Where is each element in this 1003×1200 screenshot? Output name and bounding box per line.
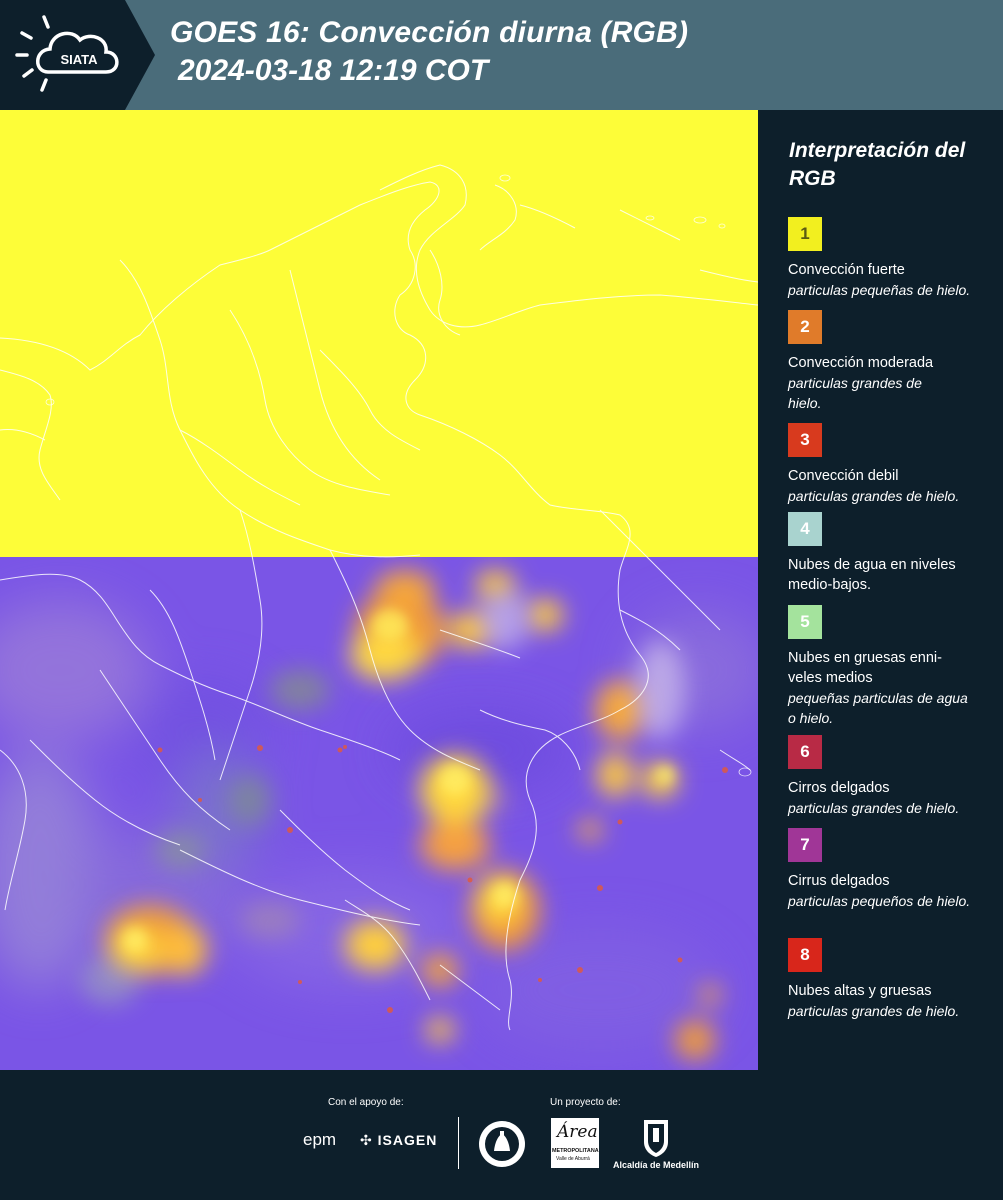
project-label: Un proyecto de:: [550, 1097, 621, 1108]
page-title: GOES 16: Convección diurna (RGB): [170, 16, 689, 49]
legend-swatch-3: 3: [788, 423, 822, 457]
siata-logo: SIATA: [0, 0, 155, 110]
legend-label: Cirrus delgados: [788, 873, 890, 889]
isagen-icon: ✣: [360, 1132, 373, 1148]
legend-swatch-5: 5: [788, 605, 822, 639]
epm-logo: epm: [303, 1130, 337, 1149]
legend-item-3: 3 Convección debil particulas grandes de …: [788, 423, 998, 506]
legend-detail: particulas grandes de hielo.: [788, 1003, 960, 1019]
legend-label: Nubes en gruesas enni-veles medios: [788, 650, 942, 686]
area-metropolitana-logo: Área METROPOLITANA Valle de Aburrá: [551, 1118, 599, 1168]
legend-item-5: 5 Nubes en gruesas enni-veles medios pequ…: [788, 605, 998, 728]
legend-item-8: 8 Nubes altas y gruesas particulas grande…: [788, 938, 998, 1021]
legend-item-1: 1 Convección fuerte particulas pequeñas d…: [788, 217, 998, 300]
legend-item-6: 6 Cirros delgados particulas grandes de h…: [788, 735, 998, 818]
legend-item-7: 7 Cirrus delgados particulas pequeños de …: [788, 828, 998, 911]
seal-logo: [479, 1121, 525, 1167]
isagen-text: ISAGEN: [377, 1132, 438, 1148]
legend-label: Nubes de agua en niveles medio-bajos.: [788, 557, 956, 593]
legend-swatch-2: 2: [788, 310, 822, 344]
legend-title: Interpretación del RGB: [789, 139, 966, 190]
legend-swatch-4: 4: [788, 512, 822, 546]
legend-swatch-6: 6: [788, 735, 822, 769]
legend-detail: particulas grandes de hielo.: [788, 375, 922, 411]
area-logo-sub1: METROPOLITANA: [552, 1148, 599, 1154]
alcaldia-text: Alcaldía de Medellín: [613, 1160, 700, 1170]
legend-swatch-1: 1: [788, 217, 822, 251]
legend-label: Convección debil: [788, 468, 899, 484]
area-logo-sub2: Valle de Aburrá: [556, 1156, 590, 1162]
area-logo-name: Área: [557, 1122, 598, 1142]
legend-label: Cirros delgados: [788, 780, 890, 796]
header: SIATA GOES 16: Convección diurna (RGB) 2…: [0, 0, 1003, 110]
satellite-map: [0, 110, 758, 1070]
support-label: Con el apoyo de:: [328, 1097, 404, 1108]
footer-divider: [458, 1117, 459, 1169]
legend-item-4: 4 Nubes de agua en niveles medio-bajos.: [788, 512, 998, 595]
footer: Con el apoyo de: Un proyecto de: epm ✣ I…: [0, 1070, 1003, 1200]
isagen-logo: ✣ ISAGEN: [360, 1132, 437, 1149]
legend-label: Nubes altas y gruesas: [788, 983, 932, 999]
legend-label: Convección fuerte: [788, 262, 905, 278]
no-data-area: [0, 110, 758, 558]
legend-detail: pequeñas particulas de agua o hielo.: [788, 690, 968, 726]
alcaldia-shield-icon: [644, 1120, 668, 1157]
legend-detail: particulas grandes de hielo.: [788, 800, 960, 816]
logo-text: SIATA: [60, 52, 98, 67]
legend-label: Convección moderada: [788, 355, 934, 371]
legend-detail: particulas pequeños de hielo.: [788, 893, 971, 909]
legend-detail: particulas grandes de hielo.: [788, 488, 960, 504]
legend-swatch-7: 7: [788, 828, 822, 862]
legend-detail: particulas pequeñas de hielo.: [788, 282, 971, 298]
legend-swatch-8: 8: [788, 938, 822, 972]
legend-panel: Interpretación del RGB 1 Convección fuer…: [758, 110, 1003, 1070]
legend-item-2: 2 Convección moderada particulas grandes …: [788, 310, 998, 413]
page-timestamp: 2024-03-18 12:19 COT: [178, 54, 489, 87]
